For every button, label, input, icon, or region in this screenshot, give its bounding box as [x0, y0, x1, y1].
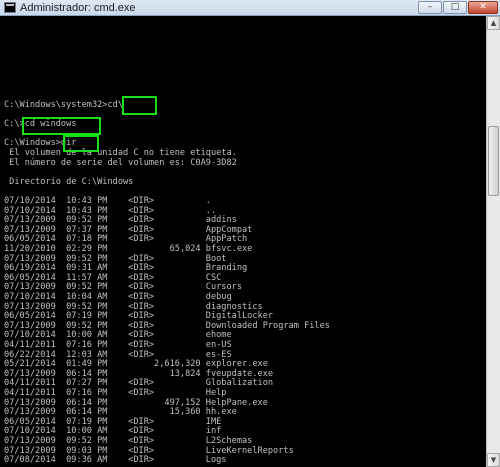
console-line: 07/10/2014 10:43 PM <DIR> .. [4, 205, 217, 216]
console-line: 05/21/2014 01:49 PM 2,616,320 explorer.e… [4, 359, 268, 370]
console-line: 07/13/2009 09:52 PM <DIR> addins [4, 215, 237, 226]
console-line: C:\Windows\system32>cd\ [4, 100, 123, 110]
console-line: 06/19/2014 09:31 AM <DIR> Branding [4, 263, 248, 274]
close-button[interactable]: ✕ [468, 1, 498, 14]
scroll-down-icon[interactable]: ▼ [487, 453, 500, 467]
console-line: 07/10/2014 10:00 AM <DIR> ehome [4, 330, 232, 341]
console-line: 11/20/2010 02:29 PM 65,024 bfsvc.exe [4, 244, 253, 254]
console-output[interactable]: C:\Windows\system32>cd\ C:\>cd windows C:\… [0, 16, 486, 467]
console-line: 07/13/2009 06:14 PM 15,360 hh.exe [4, 407, 237, 418]
console-line: El volumen de la unidad C no tiene etiqu… [4, 148, 237, 158]
console-line: 06/05/2014 07:18 PM <DIR> AppPatch [4, 234, 248, 245]
console-line: El número de serie del volumen es: C0A9-… [4, 157, 237, 168]
console-line: 06/05/2014 07:19 PM <DIR> IME [4, 416, 222, 427]
console-line: 06/05/2014 11:57 AM <DIR> CSC [4, 272, 222, 283]
console-line: 04/11/2011 07:27 PM <DIR> Globalization [4, 378, 274, 389]
console-line: 07/10/2014 10:00 AM <DIR> inf [4, 426, 222, 437]
scroll-up-icon[interactable]: ▲ [487, 16, 500, 30]
console-line: 07/10/2014 10:04 AM <DIR> debug [4, 292, 232, 302]
console-line: 04/11/2011 07:16 PM <DIR> Help [4, 388, 227, 398]
scroll-thumb[interactable] [488, 126, 499, 196]
minimize-button[interactable]: – [418, 1, 442, 14]
console-line: 07/13/2009 09:52 PM <DIR> L2Schemas [4, 436, 253, 446]
console-line: 07/13/2009 09:52 PM <DIR> Downloaded Pro… [4, 320, 330, 331]
vertical-scrollbar[interactable]: ▲ ▼ [486, 16, 500, 467]
console-line: 07/10/2014 10:43 PM <DIR> . [4, 196, 211, 206]
console-line: 07/13/2009 09:52 PM <DIR> diagnostics [4, 301, 263, 312]
highlight-dir-command [63, 135, 99, 152]
console-line: 07/13/2009 09:52 PM <DIR> Cursors [4, 282, 242, 293]
cmd-icon [4, 2, 16, 13]
console-line: 07/13/2009 06:14 PM 497,152 HelpPane.exe [4, 397, 268, 408]
console-line: 07/13/2009 06:14 PM 13,824 fveupdate.exe [4, 368, 274, 379]
window-title: Administrador: cmd.exe [20, 2, 136, 14]
console-line: Directorio de C:\Windows [4, 176, 134, 187]
title-bar[interactable]: Administrador: cmd.exe – □ ✕ [0, 0, 500, 16]
window-controls: – □ ✕ [418, 1, 498, 14]
console-line: 06/22/2014 12:03 AM <DIR> es-ES [4, 349, 232, 360]
maximize-button[interactable]: □ [443, 1, 467, 14]
highlight-cd-windows-command [22, 117, 101, 135]
console-line: 04/11/2011 07:16 PM <DIR> en-US [4, 340, 232, 350]
highlight-cd-command [122, 96, 157, 115]
console-line: 07/13/2009 07:37 PM <DIR> AppCompat [4, 224, 253, 235]
console-line: 06/05/2014 07:19 PM <DIR> DigitalLocker [4, 311, 274, 322]
console-line: 07/13/2009 09:03 PM <DIR> LiveKernelRepo… [4, 445, 294, 456]
cmd-window: Administrador: cmd.exe – □ ✕ C:\Windows\… [0, 0, 500, 467]
console-line: 07/13/2009 09:52 PM <DIR> Boot [4, 253, 227, 264]
console-line: 07/08/2014 09:36 AM <DIR> Logs [4, 455, 227, 466]
